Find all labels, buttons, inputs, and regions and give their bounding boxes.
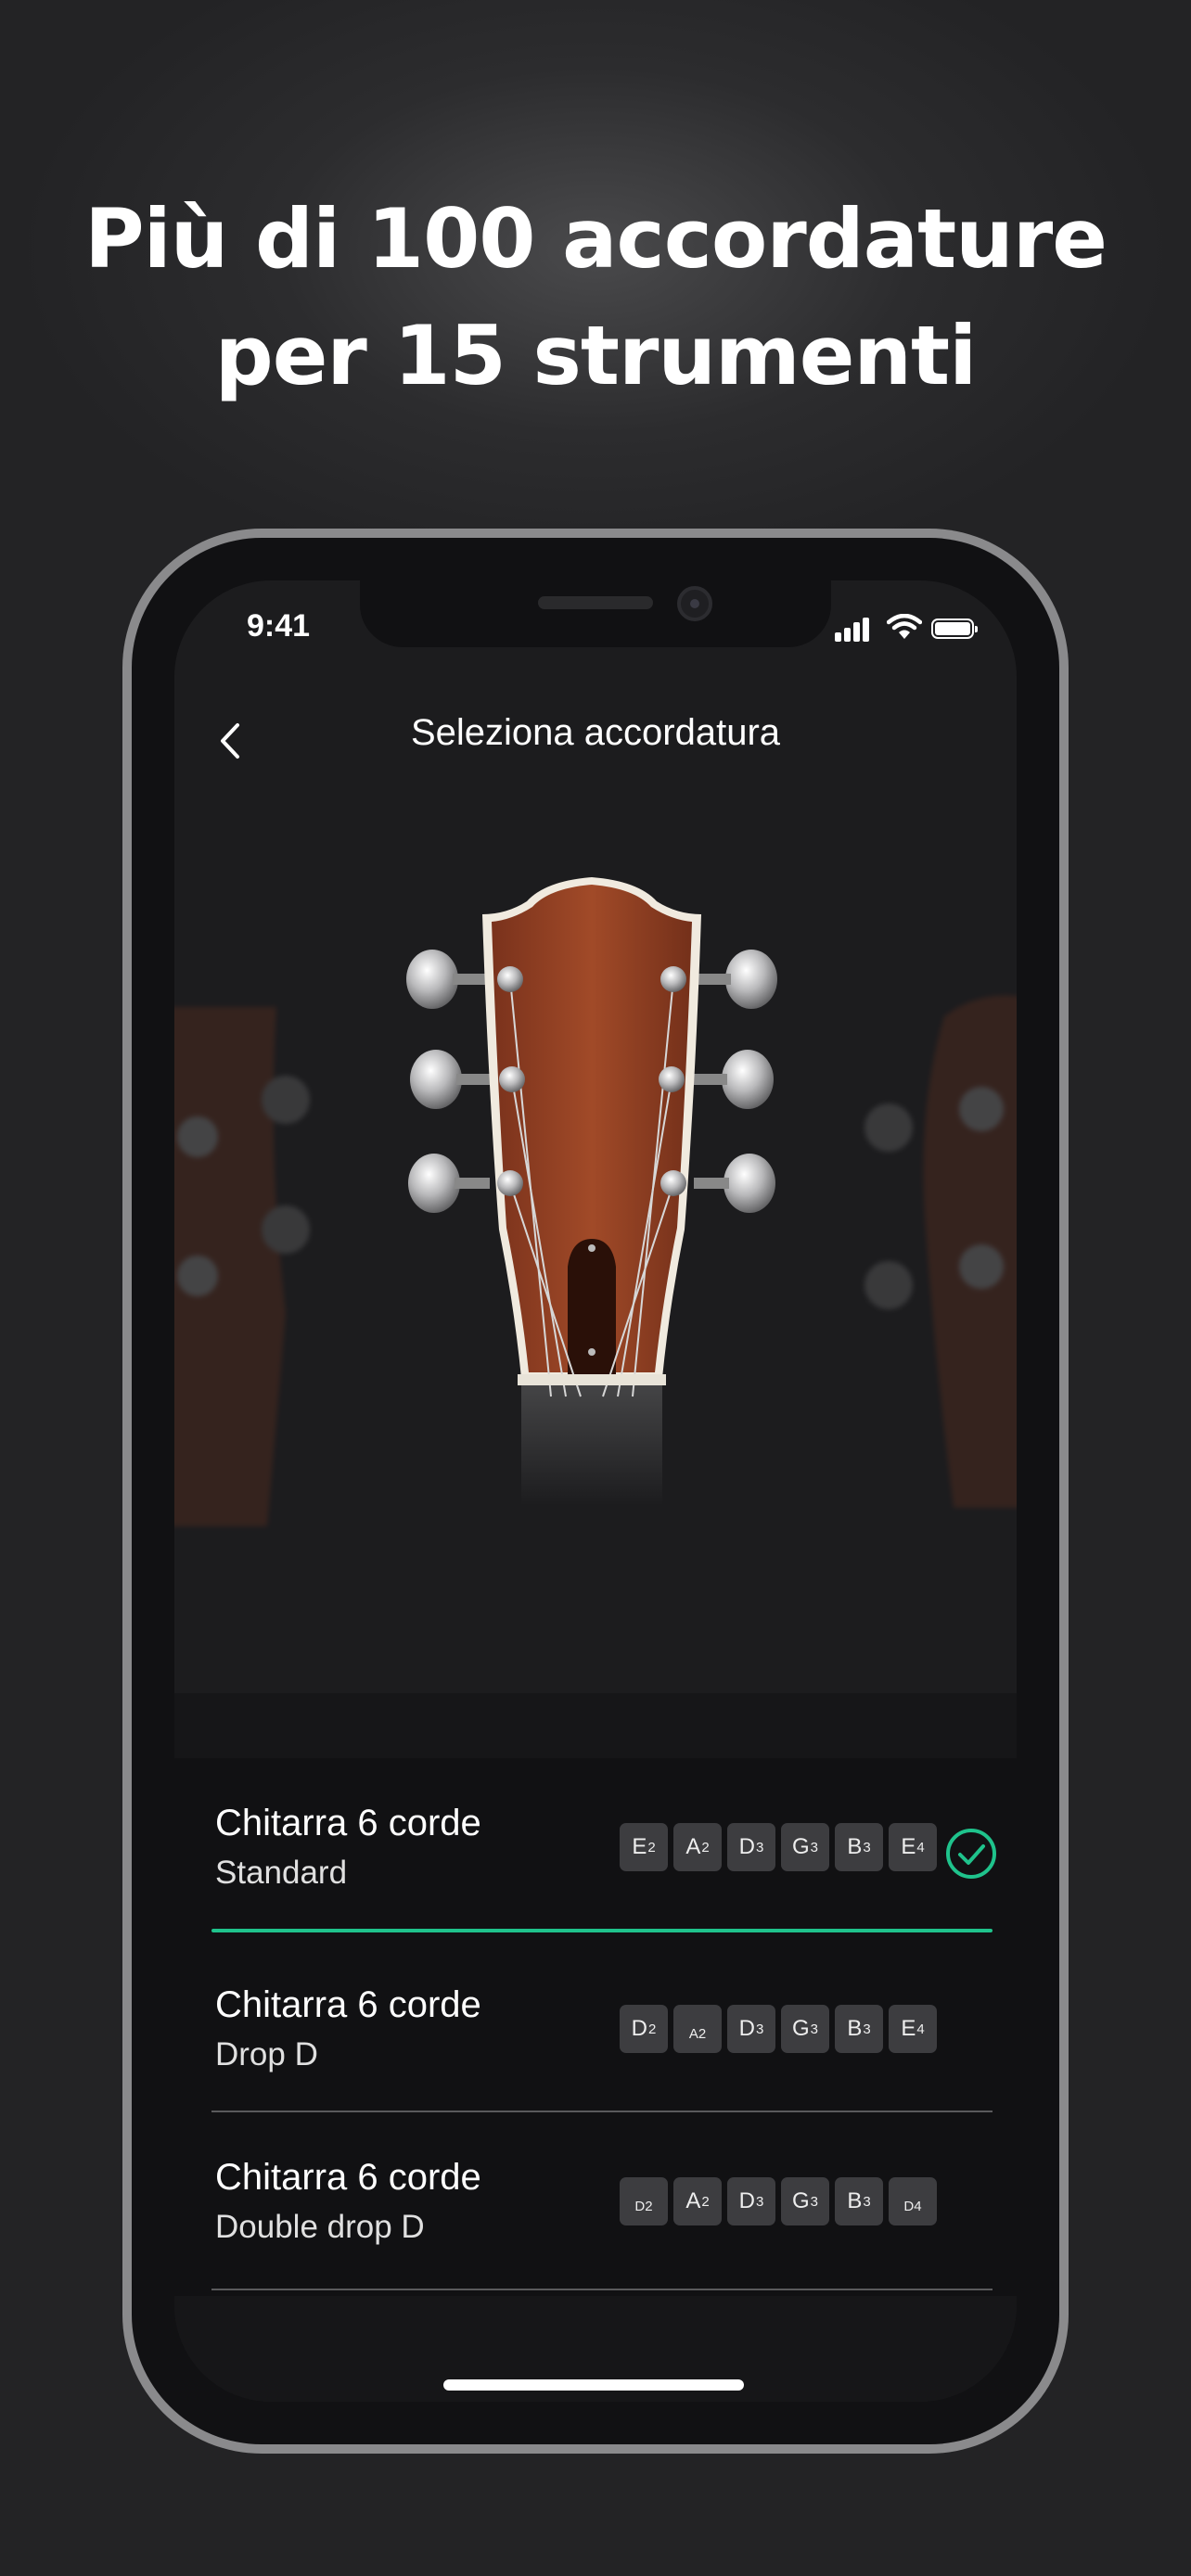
note-chip: D3 bbox=[727, 2005, 775, 2053]
selected-indicator bbox=[211, 1929, 992, 1932]
note-chip: B3 bbox=[835, 2177, 883, 2225]
tuning-name: Double drop D bbox=[215, 2209, 425, 2245]
wifi-icon bbox=[887, 614, 922, 639]
tuning-name: Drop D bbox=[215, 2036, 318, 2072]
note-chip: A2 bbox=[673, 1823, 722, 1871]
camera-icon bbox=[677, 586, 712, 621]
note-chip: B3 bbox=[835, 1823, 883, 1871]
status-time: 9:41 bbox=[247, 608, 311, 644]
app-screen: 9:41 Seleziona accordatura Chitarra 6 co… bbox=[174, 580, 1017, 2402]
note-chips: E2 A2 D3 G3 B3 E4 bbox=[620, 1823, 937, 1871]
note-chip: D3 bbox=[727, 2177, 775, 2225]
tuning-name: Standard bbox=[215, 1855, 348, 1891]
row-divider bbox=[211, 2289, 992, 2290]
page-title: Seleziona accordatura bbox=[410, 712, 781, 753]
tuning-pegs-right bbox=[694, 950, 777, 1213]
guitar-headstock-right bbox=[864, 995, 1017, 1508]
note-chips: D2 A2 D3 G3 B3 E4 bbox=[620, 2005, 937, 2053]
note-chip: G3 bbox=[781, 2177, 829, 2225]
tuning-pegs-left bbox=[406, 950, 490, 1213]
note-chip: D2 bbox=[620, 2005, 668, 2053]
tuning-row-drop-d[interactable]: Chitarra 6 corde Drop D D2 A2 D3 G3 B3 E… bbox=[211, 1940, 991, 2120]
note-chip: A2 bbox=[673, 2005, 722, 2053]
note-chip: E2 bbox=[620, 1823, 668, 1871]
check-circle-icon bbox=[946, 1829, 996, 1879]
note-chips: D2 A2 D3 G3 B3 D4 bbox=[620, 2177, 937, 2225]
tuning-instrument: Chitarra 6 corde bbox=[215, 1984, 481, 2025]
tuning-list: Chitarra 6 corde Standard E2 A2 D3 G3 B3… bbox=[174, 1758, 1017, 2296]
speaker bbox=[538, 596, 653, 609]
note-chip: B3 bbox=[835, 2005, 883, 2053]
tuning-list-area: Chitarra 6 corde Standard E2 A2 D3 G3 B3… bbox=[174, 1693, 1017, 2402]
note-chip: G3 bbox=[781, 2005, 829, 2053]
note-chip: A2 bbox=[673, 2177, 722, 2225]
status-icons bbox=[835, 614, 983, 642]
note-chip: D3 bbox=[727, 1823, 775, 1871]
battery-icon bbox=[931, 618, 978, 639]
guitar-headstock bbox=[406, 877, 777, 1508]
home-indicator[interactable] bbox=[443, 2379, 744, 2391]
tuning-row-double-drop-d[interactable]: Chitarra 6 corde Double drop D D2 A2 D3 … bbox=[211, 2112, 991, 2292]
guitar-headstock-carousel[interactable] bbox=[174, 803, 1017, 1693]
note-chip: E4 bbox=[889, 1823, 937, 1871]
note-chip: D4 bbox=[889, 2177, 937, 2225]
guitar-headstock-left bbox=[174, 1007, 310, 1526]
headline: Più di 100 accordature per 15 strumenti bbox=[0, 181, 1191, 414]
headline-line-1: Più di 100 accordature bbox=[84, 191, 1108, 287]
note-chip: D2 bbox=[620, 2177, 668, 2225]
tuning-row-standard[interactable]: Chitarra 6 corde Standard E2 A2 D3 G3 B3… bbox=[211, 1758, 996, 1938]
note-chip: E4 bbox=[889, 2005, 937, 2053]
note-chip: G3 bbox=[781, 1823, 829, 1871]
headline-line-2: per 15 strumenti bbox=[214, 308, 978, 403]
tuning-instrument: Chitarra 6 corde bbox=[215, 2157, 481, 2198]
notch bbox=[360, 580, 831, 647]
tuning-instrument: Chitarra 6 corde bbox=[215, 1803, 481, 1843]
